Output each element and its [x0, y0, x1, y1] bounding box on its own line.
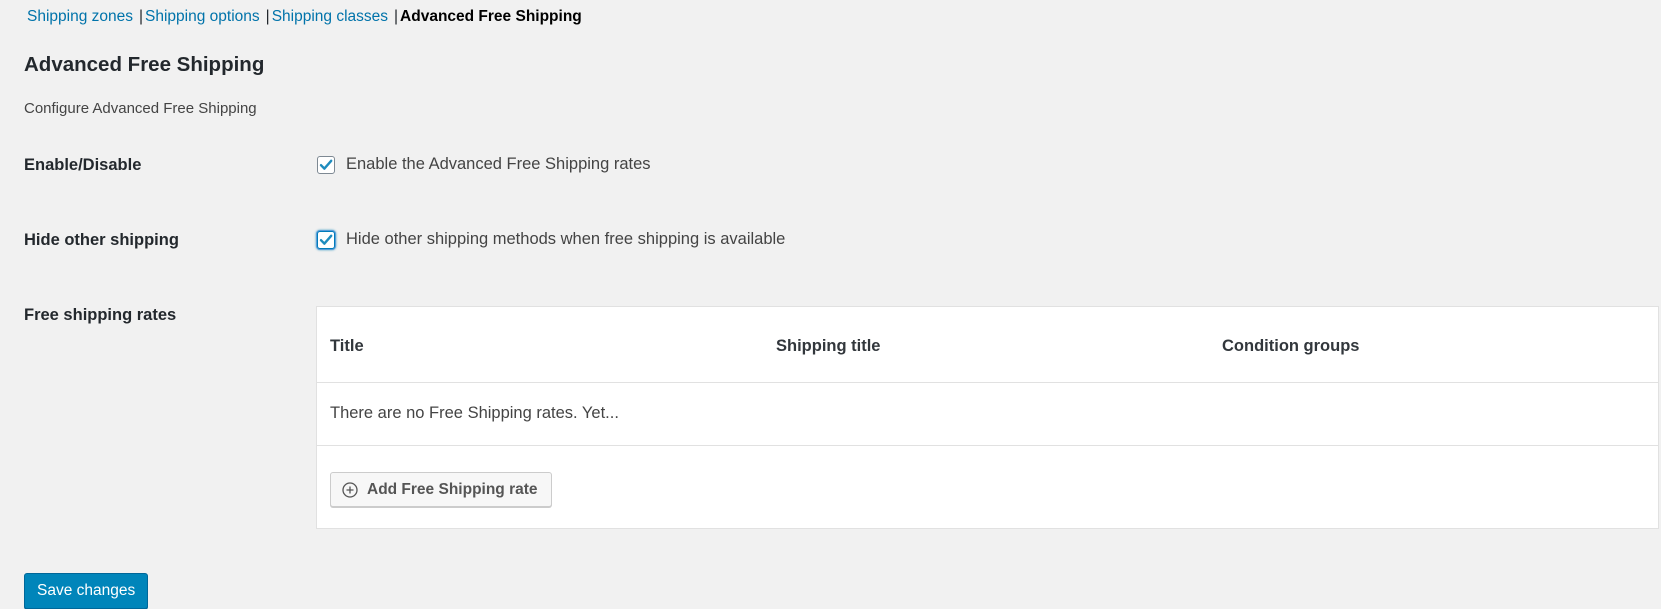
nav-separator: |	[139, 8, 144, 25]
save-changes-button[interactable]: Save changes	[24, 573, 149, 609]
page-description: Configure Advanced Free Shipping	[24, 100, 257, 117]
nav-separator: |	[265, 8, 270, 25]
enable-rates-checkbox-label: Enable the Advanced Free Shipping rates	[346, 155, 651, 173]
hide-other-shipping-checkbox[interactable]	[317, 230, 335, 249]
rates-empty-message: There are no Free Shipping rates. Yet...	[330, 404, 619, 422]
hide-other-shipping-row[interactable]: Hide other shipping methods when free sh…	[317, 230, 785, 249]
nav-current-advanced-free-shipping: Advanced Free Shipping	[400, 8, 582, 25]
nav-link-shipping-classes[interactable]: Shipping classes	[272, 8, 388, 25]
rates-table-footer: Add Free Shipping rate	[317, 446, 1658, 529]
nav-link-shipping-options[interactable]: Shipping options	[145, 8, 260, 25]
page-title: Advanced Free Shipping	[24, 53, 265, 76]
nav-link-shipping-zones[interactable]: Shipping zones	[27, 8, 133, 25]
checkmark-icon	[319, 159, 333, 170]
hide-other-shipping-label: Hide other shipping	[24, 231, 179, 249]
rates-empty-row: There are no Free Shipping rates. Yet...	[317, 383, 1658, 446]
shipping-subnav: Shipping zones | Shipping options | Shipping…	[27, 8, 582, 26]
checkmark-icon	[319, 234, 333, 245]
enable-disable-label: Enable/Disable	[24, 156, 142, 174]
hide-other-shipping-checkbox-label: Hide other shipping methods when free sh…	[346, 230, 786, 248]
nav-separator: |	[394, 8, 399, 25]
enable-rates-checkbox[interactable]	[317, 155, 335, 174]
add-free-shipping-rate-label: Add Free Shipping rate	[367, 480, 538, 498]
column-header-title: Title	[330, 337, 364, 355]
column-header-shipping-title: Shipping title	[776, 337, 881, 355]
enable-rates-row[interactable]: Enable the Advanced Free Shipping rates	[317, 155, 651, 174]
add-free-shipping-rate-button[interactable]: Add Free Shipping rate	[330, 472, 552, 507]
column-header-condition-groups: Condition groups	[1222, 337, 1360, 355]
rates-table-header: Title Shipping title Condition groups	[317, 307, 1658, 383]
plus-circle-icon	[342, 481, 358, 498]
free-shipping-rates-label: Free shipping rates	[24, 306, 177, 324]
free-shipping-rates-table: Title Shipping title Condition groups Th…	[316, 306, 1659, 529]
